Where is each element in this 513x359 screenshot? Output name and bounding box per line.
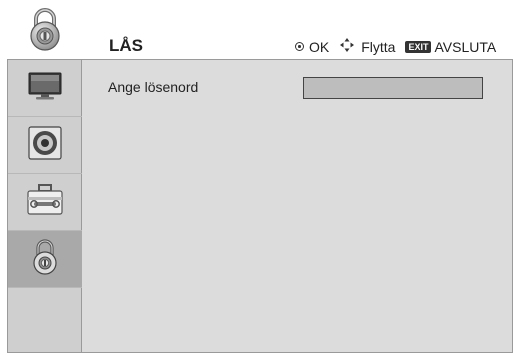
- help-bar: OK Flytta EXIT AVSLUTA: [295, 37, 496, 56]
- speaker-audio-icon: [27, 125, 63, 166]
- sidebar-item-audio[interactable]: [8, 117, 82, 174]
- move-arrows-icon: [339, 37, 355, 56]
- lock-menu-screen: LÅS OK Flytta EXIT AVSLUTA Ange lösenord: [7, 0, 513, 353]
- ok-label: OK: [309, 38, 330, 55]
- page-title: LÅS: [109, 36, 143, 55]
- exit-label: AVSLUTA: [434, 38, 497, 55]
- toolbox-settings-icon: [25, 183, 65, 222]
- sidebar-item-setup[interactable]: [8, 174, 82, 231]
- menu-content-panel: Ange lösenord: [82, 59, 513, 353]
- menu-header: LÅS OK Flytta EXIT AVSLUTA: [7, 0, 513, 59]
- exit-button-icon: EXIT: [405, 40, 432, 53]
- password-label: Ange lösenord: [108, 79, 199, 95]
- exit-hint: EXIT AVSLUTA: [405, 39, 496, 55]
- sidebar-item-lock[interactable]: [8, 231, 82, 288]
- padlock-icon: [7, 0, 82, 59]
- move-hint: Flytta: [339, 37, 395, 56]
- menu-sidebar: [7, 59, 82, 353]
- password-input[interactable]: [303, 77, 483, 99]
- tv-picture-icon: [25, 70, 65, 107]
- move-label: Flytta: [361, 38, 396, 55]
- sidebar-item-picture[interactable]: [8, 60, 82, 117]
- ok-button-icon: [295, 42, 304, 51]
- ok-hint: OK: [295, 39, 329, 55]
- padlock-icon: [30, 238, 60, 281]
